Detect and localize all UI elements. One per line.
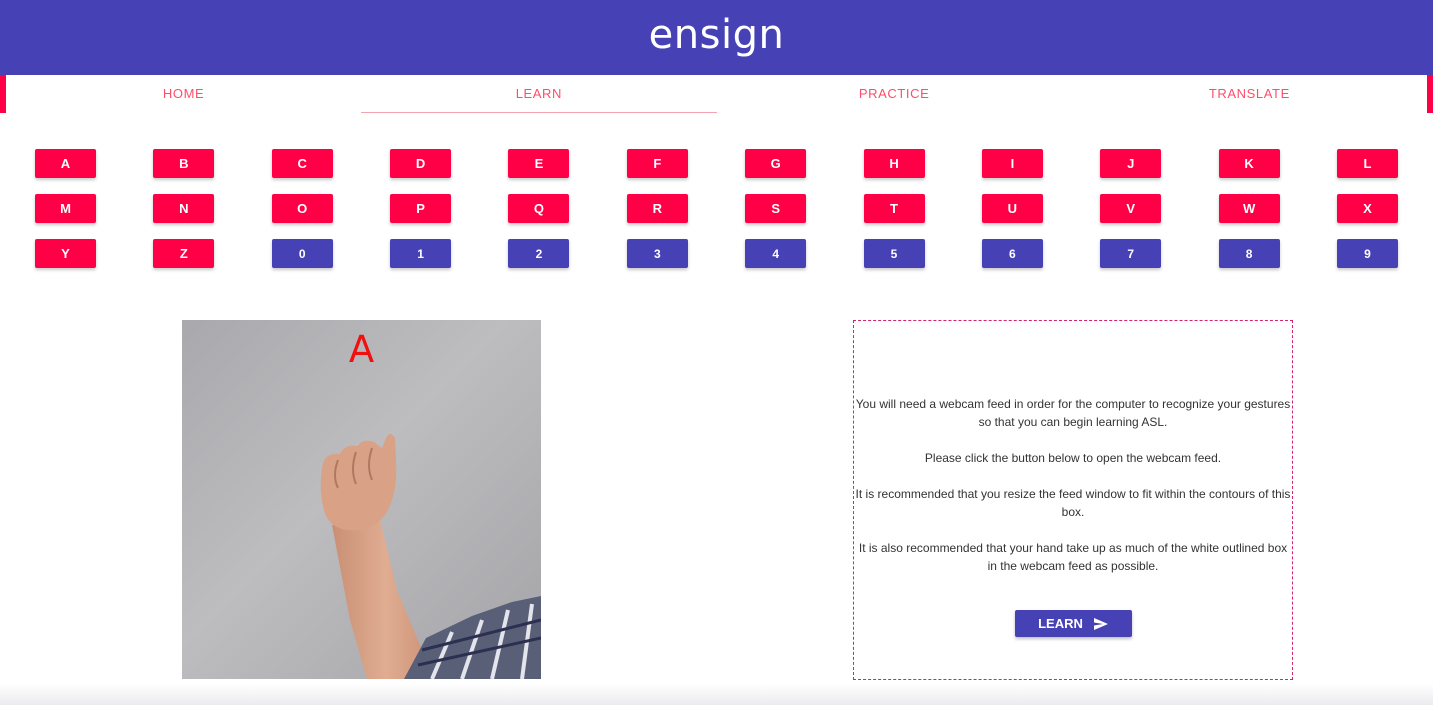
nav-tabs-bar: HOME LEARN PRACTICE TRANSLATE (0, 75, 1433, 113)
webcam-feed-box: You will need a webcam feed in order for… (853, 320, 1293, 680)
key-e[interactable]: E (508, 149, 570, 178)
key-s[interactable]: S (745, 194, 807, 223)
key-p[interactable]: P (390, 194, 452, 223)
instruction-open-feed: Please click the button below to open th… (924, 451, 1222, 465)
sign-example-image: A (182, 320, 541, 679)
key-t[interactable]: T (863, 194, 925, 223)
nav-tabs: HOME LEARN PRACTICE TRANSLATE (6, 75, 1427, 113)
instruction-hand-size: It is also recommended that your hand ta… (858, 541, 1288, 573)
key-k[interactable]: K (1218, 149, 1280, 178)
key-1[interactable]: 1 (390, 239, 452, 268)
sign-key-grid: A B C D E F G H I J K L M N O P Q R S T … (35, 149, 1399, 268)
key-g[interactable]: G (745, 149, 807, 178)
key-w[interactable]: W (1218, 194, 1280, 223)
learn-button-label: LEARN (1038, 616, 1083, 631)
key-v[interactable]: V (1100, 194, 1162, 223)
key-c[interactable]: C (271, 149, 333, 178)
key-n[interactable]: N (153, 194, 215, 223)
tab-practice[interactable]: PRACTICE (717, 75, 1072, 113)
instruction-webcam-needed: You will need a webcam feed in order for… (855, 397, 1291, 429)
sign-letter-label: A (348, 328, 375, 371)
key-r[interactable]: R (626, 194, 688, 223)
instruction-resize-window: It is recommended that you resize the fe… (855, 487, 1291, 519)
brand-logo[interactable]: ensign (649, 12, 785, 58)
footer-shadow (0, 683, 1433, 705)
key-3[interactable]: 3 (626, 239, 688, 268)
key-f[interactable]: F (626, 149, 688, 178)
webcam-instructions: You will need a webcam feed in order for… (854, 395, 1292, 593)
key-z[interactable]: Z (153, 239, 215, 268)
key-q[interactable]: Q (508, 194, 570, 223)
key-6[interactable]: 6 (981, 239, 1043, 268)
learn-button[interactable]: LEARN (1015, 610, 1132, 637)
key-x[interactable]: X (1336, 194, 1398, 223)
key-l[interactable]: L (1336, 149, 1398, 178)
tab-home[interactable]: HOME (6, 75, 361, 113)
key-5[interactable]: 5 (863, 239, 925, 268)
key-b[interactable]: B (153, 149, 215, 178)
tab-translate[interactable]: TRANSLATE (1072, 75, 1427, 113)
nav-edge-right (1427, 75, 1433, 113)
key-9[interactable]: 9 (1336, 239, 1398, 268)
key-2[interactable]: 2 (508, 239, 570, 268)
key-m[interactable]: M (35, 194, 96, 223)
key-0[interactable]: 0 (271, 239, 333, 268)
key-u[interactable]: U (981, 194, 1043, 223)
key-4[interactable]: 4 (745, 239, 807, 268)
key-a[interactable]: A (35, 149, 96, 178)
app-header: ensign (0, 0, 1433, 75)
key-o[interactable]: O (271, 194, 333, 223)
key-7[interactable]: 7 (1100, 239, 1162, 268)
send-icon (1093, 617, 1108, 630)
key-y[interactable]: Y (35, 239, 96, 268)
key-j[interactable]: J (1100, 149, 1162, 178)
key-i[interactable]: I (981, 149, 1043, 178)
hand-sign-illustration (182, 320, 541, 679)
tab-learn[interactable]: LEARN (361, 75, 717, 113)
key-h[interactable]: H (863, 149, 925, 178)
key-8[interactable]: 8 (1218, 239, 1280, 268)
key-d[interactable]: D (390, 149, 452, 178)
